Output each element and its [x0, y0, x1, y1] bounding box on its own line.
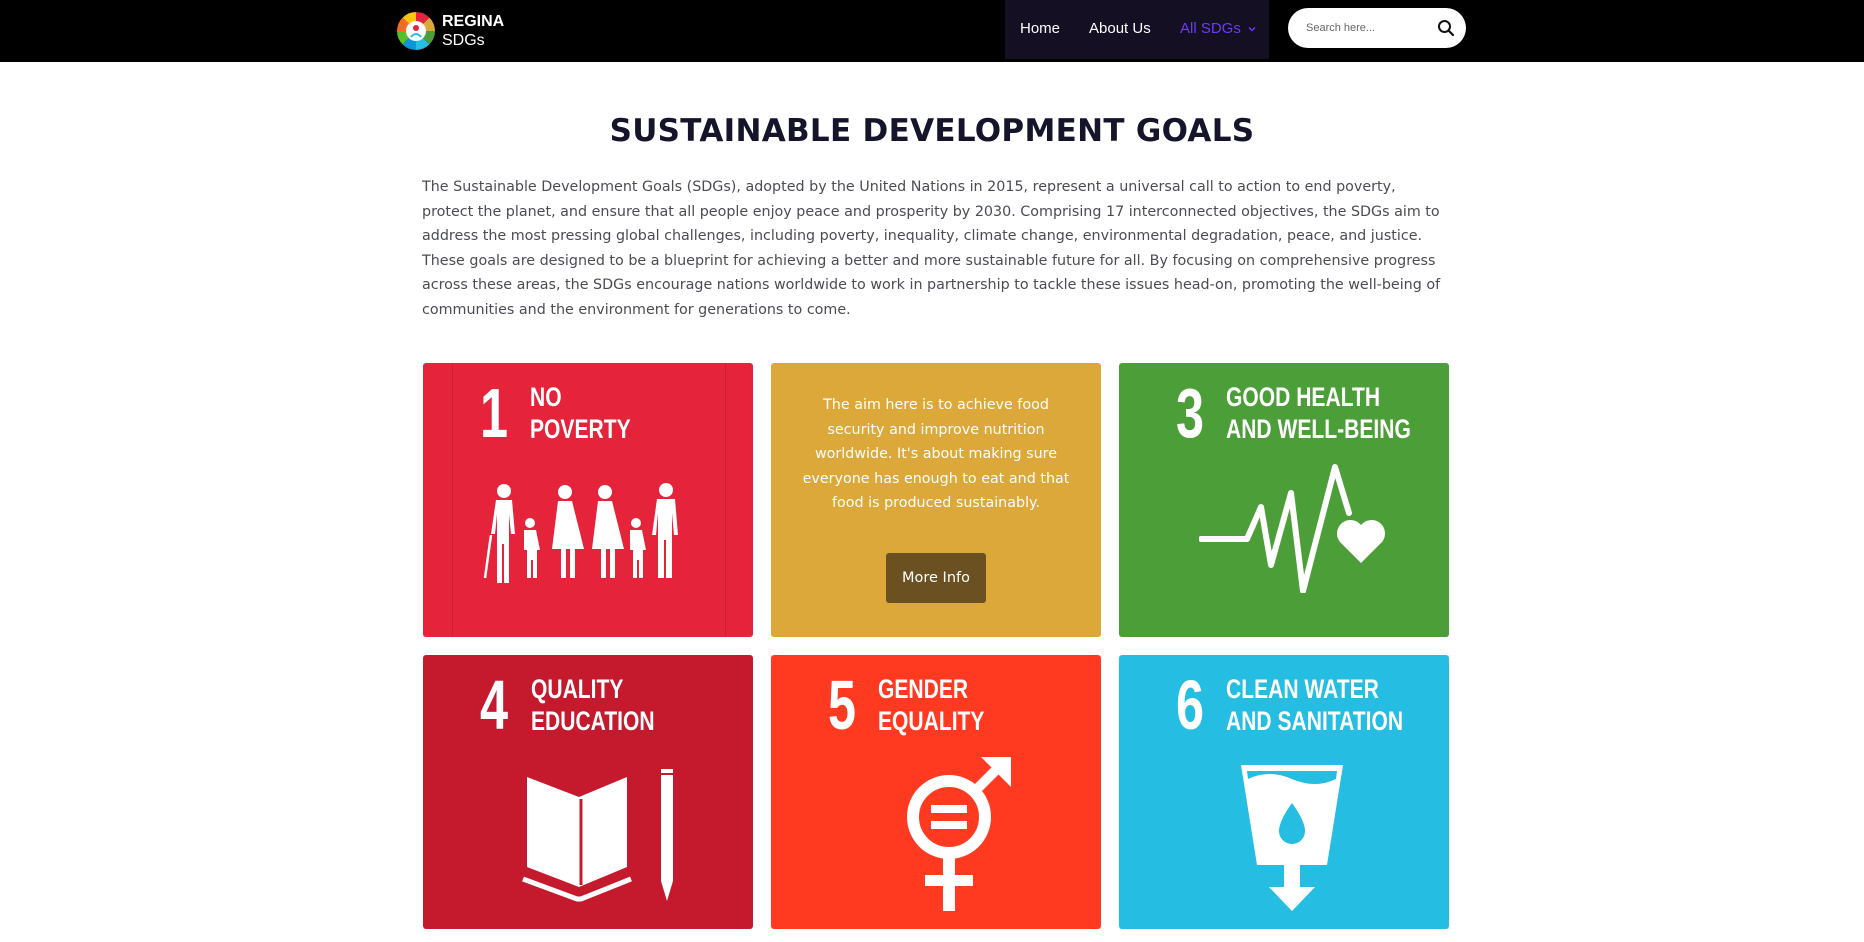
- goal-number: 3: [1176, 374, 1205, 452]
- site-logo[interactable]: REGINA SDGs: [396, 7, 504, 55]
- page-title: SUSTAINABLE DEVELOPMENT GOALS: [609, 113, 1255, 149]
- goal-title-line: GOOD HEALTH: [1226, 382, 1381, 412]
- goal-title-line: EDUCATION: [531, 706, 655, 736]
- heartbeat-icon: [1199, 464, 1386, 593]
- goal-title-line: NO: [530, 382, 562, 412]
- top-navbar: REGINA SDGs Home About Us All SDGs: [0, 0, 1864, 62]
- goal-number: 5: [828, 666, 857, 744]
- goal-number: 1: [480, 374, 509, 452]
- search-input[interactable]: [1306, 18, 1426, 38]
- card-divider: [452, 363, 453, 637]
- goal-title-line: QUALITY: [531, 674, 624, 704]
- nav-all-sdgs-dropdown[interactable]: All SDGs: [1180, 20, 1257, 37]
- sdg-card-3[interactable]: 3 GOOD HEALTH AND WELL-BEING: [1119, 363, 1449, 637]
- sdg-card-5[interactable]: 5 GENDER EQUALITY: [771, 655, 1101, 929]
- goal-title: GOOD HEALTH AND WELL-BEING: [1226, 381, 1411, 445]
- book-pencil-icon: [522, 769, 673, 902]
- goal-title-line: GENDER: [878, 674, 969, 704]
- goal-number: 4: [480, 666, 509, 744]
- goal-title: GENDER EQUALITY: [878, 673, 984, 737]
- nav-about-link[interactable]: About Us: [1089, 20, 1151, 37]
- gender-equality-icon: [907, 757, 1011, 911]
- goal-number: 6: [1176, 666, 1205, 744]
- nav-all-sdgs-label: All SDGs: [1180, 20, 1241, 37]
- goal-title-line: POVERTY: [530, 414, 631, 444]
- logo-title: REGINA: [442, 13, 505, 30]
- search-box: [1288, 8, 1466, 48]
- goal-title: CLEAN WATER AND SANITATION: [1226, 673, 1403, 737]
- card-divider: [725, 363, 726, 637]
- search-icon[interactable]: [1437, 19, 1455, 37]
- goal-title-line: EQUALITY: [878, 706, 985, 736]
- goal-title: NO POVERTY: [530, 381, 631, 445]
- water-glass-icon: [1241, 765, 1343, 911]
- sdg-wheel-logo-icon: [397, 12, 435, 50]
- goal-title: QUALITY EDUCATION: [531, 673, 655, 737]
- sdg-card-6[interactable]: 6 CLEAN WATER AND SANITATION: [1119, 655, 1449, 929]
- chevron-down-icon: [1248, 26, 1256, 31]
- sdg-card-4[interactable]: 4 QUALITY EDUCATION: [423, 655, 753, 929]
- more-info-button[interactable]: More Info: [886, 553, 986, 603]
- goal-title-line: AND SANITATION: [1226, 706, 1404, 736]
- intro-paragraph: The Sustainable Development Goals (SDGs)…: [422, 179, 1441, 318]
- nav-home-link[interactable]: Home: [1020, 20, 1060, 37]
- sdg-card-1[interactable]: 1 NO POVERTY: [423, 363, 753, 637]
- logo-subtitle: SDGs: [442, 32, 485, 49]
- goal-title-line: CLEAN WATER: [1226, 674, 1379, 704]
- sdg-card-2[interactable]: The aim here is to achieve food security…: [771, 363, 1101, 637]
- family-icon: [483, 483, 678, 583]
- card-description: The aim here is to achieve food security…: [802, 397, 1070, 511]
- main-menu: Home About Us All SDGs: [1005, 0, 1269, 59]
- goal-title-line: AND WELL-BEING: [1226, 414, 1411, 444]
